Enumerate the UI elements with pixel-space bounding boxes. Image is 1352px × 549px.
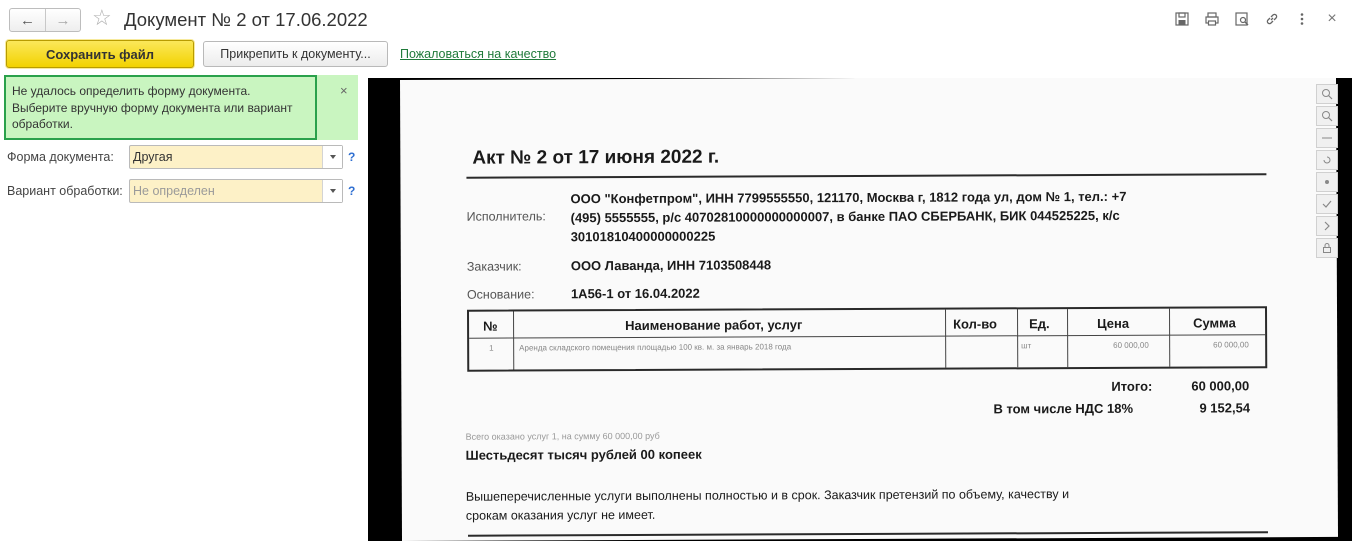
completion-note: Вышеперечисленные услуги выполнены полно… (466, 485, 1069, 526)
table-cell: 1 (489, 343, 494, 353)
check-icon[interactable] (1316, 194, 1338, 214)
lock-icon[interactable] (1316, 238, 1338, 258)
message-close-icon[interactable]: × (340, 83, 348, 98)
favorite-star-icon[interactable]: ☆ (92, 6, 112, 30)
print-icon[interactable] (1200, 9, 1224, 29)
document-form-help-icon[interactable]: ? (348, 150, 355, 164)
table-divider (1067, 309, 1069, 368)
table-divider (945, 309, 947, 368)
basis-value: 1А56-1 от 16.04.2022 (570, 285, 700, 302)
executor-line: ООО "Конфетпром", ИНН 7799555550, 121170… (570, 188, 1127, 207)
attach-to-document-button[interactable]: Прикрепить к документу... (203, 41, 388, 67)
zoom-in-icon[interactable] (1316, 84, 1338, 104)
table-divider (469, 334, 1266, 339)
save-icon[interactable] (1170, 9, 1194, 29)
vat-label: В том числе НДС 18% (993, 400, 1134, 417)
processing-variant-label: Вариант обработки: (7, 184, 123, 198)
save-file-button[interactable]: Сохранить файл (6, 40, 194, 68)
executor-line: (495) 5555555, р/с 40702810000000000007,… (570, 207, 1120, 226)
recognition-warning-message: Не удалось определить форму документа. В… (4, 75, 358, 140)
preview-toolbar (1316, 84, 1338, 258)
heading-underline (466, 173, 1267, 179)
table-cell: Аренда складского помещения площадью 100… (519, 342, 792, 353)
customer-value: ООО Лаванда, ИНН 7103508448 (570, 257, 772, 274)
amount-in-words: Шестьдесят тысяч рублей 00 копеек (465, 446, 702, 463)
document-heading: Акт № 2 от 17 июня 2022 г. (472, 146, 720, 169)
arrow-right-icon: → (55, 11, 71, 29)
document-form-value[interactable]: Другая (130, 150, 322, 164)
table-divider (1169, 308, 1171, 367)
note-line: срокам оказания услуг не имеет. (465, 507, 656, 523)
back-button[interactable]: ← (10, 9, 45, 31)
table-cell: 60 000,00 (1213, 340, 1249, 350)
fit-width-icon[interactable] (1316, 128, 1338, 148)
basis-label: Основание: (466, 287, 535, 302)
vat-value: 9 152,54 (1199, 400, 1251, 416)
window-title: Документ № 2 от 17.06.2022 (124, 9, 368, 30)
services-table: № Наименование работ, услуг Кол-во Ед. Ц… (467, 306, 1268, 372)
bottom-rule (467, 531, 1268, 537)
processing-variant-help-icon[interactable]: ? (348, 184, 355, 198)
report-quality-link[interactable]: Пожаловаться на качество (400, 47, 556, 61)
services-summary: Всего оказано услуг 1, на сумму 60 000,0… (465, 430, 660, 442)
zoom-out-icon[interactable] (1316, 106, 1338, 126)
table-header: № (483, 318, 498, 334)
message-line: обработки. (12, 117, 73, 131)
document-form-select[interactable]: Другая (129, 145, 343, 169)
executor-line: 30101810400000000225 (570, 228, 716, 245)
executor-label: Исполнитель: (466, 209, 546, 224)
table-divider (1017, 309, 1019, 368)
window-actions: × (1170, 9, 1344, 29)
arrow-left-icon: ← (19, 11, 35, 29)
table-header: Ед. (1029, 316, 1050, 332)
chevron-down-icon[interactable] (322, 146, 342, 168)
table-header: Цена (1097, 315, 1130, 331)
link-icon[interactable] (1260, 9, 1284, 29)
table-header: Наименование работ, услуг (625, 317, 803, 334)
total-value: 60 000,00 (1191, 378, 1250, 394)
table-header: Кол-во (953, 316, 998, 332)
document-preview[interactable]: Акт № 2 от 17 июня 2022 г. Исполнитель: … (368, 78, 1352, 541)
close-icon[interactable]: × (1320, 9, 1344, 29)
forward-button[interactable]: → (44, 9, 80, 31)
message-line: Не удалось определить форму документа. (12, 84, 251, 98)
total-label: Итого: (1111, 378, 1153, 394)
processing-variant-value[interactable]: Не определен (130, 184, 322, 198)
close-glyph: × (1327, 10, 1337, 27)
scanned-page: Акт № 2 от 17 июня 2022 г. Исполнитель: … (400, 78, 1339, 541)
table-cell: 60 000,00 (1113, 340, 1149, 350)
document-form-label: Форма документа: (7, 150, 114, 164)
preview-icon[interactable] (1230, 9, 1254, 29)
customer-label: Заказчик: (466, 259, 522, 274)
processing-variant-select[interactable]: Не определен (129, 179, 343, 203)
note-line: Вышеперечисленные услуги выполнены полно… (465, 487, 1070, 504)
message-text: Не удалось определить форму документа. В… (12, 83, 317, 133)
more-icon[interactable] (1290, 9, 1314, 29)
table-divider (513, 311, 515, 370)
table-header: Сумма (1193, 315, 1236, 331)
next-page-icon[interactable] (1316, 216, 1338, 236)
message-line: Выберите вручную форму документа или вар… (12, 100, 293, 115)
chevron-down-icon[interactable] (322, 180, 342, 202)
navigation-buttons: ← → (9, 8, 81, 32)
table-cell: шт (1021, 341, 1032, 351)
rotate-right-icon[interactable] (1316, 172, 1338, 192)
rotate-left-icon[interactable] (1316, 150, 1338, 170)
title-bar: ← → ☆ Документ № 2 от 17.06.2022 × (0, 0, 1352, 38)
